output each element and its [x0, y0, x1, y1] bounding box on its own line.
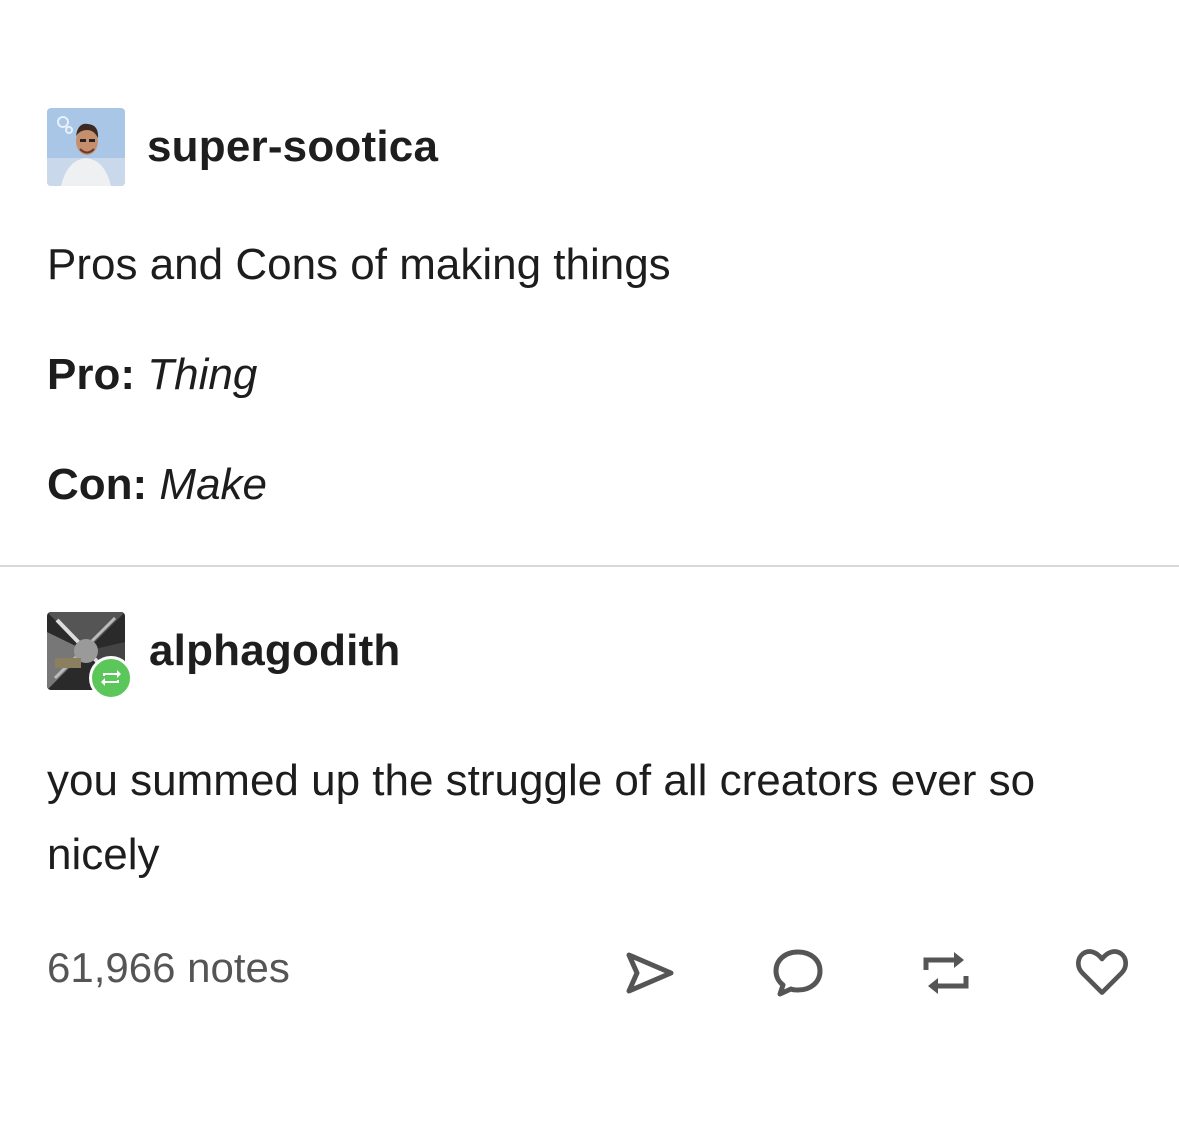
username[interactable]: alphagodith: [149, 626, 401, 676]
share-icon: [626, 952, 674, 994]
original-post-header: super-sootica: [47, 108, 438, 186]
reblog-header: alphagodith: [47, 612, 401, 700]
pro-value: Thing: [147, 350, 258, 399]
con-label: Con:: [47, 460, 148, 509]
reply-button[interactable]: [770, 945, 826, 1001]
post-title: Pros and Cons of making things: [47, 240, 671, 289]
username[interactable]: super-sootica: [147, 122, 438, 172]
reblog-badge-icon: [89, 656, 133, 700]
reblog-icon: [923, 952, 969, 994]
con-value: Make: [159, 460, 268, 509]
avatar-alphagodith[interactable]: [47, 612, 133, 700]
notes-count[interactable]: 61,966 notes: [47, 944, 290, 992]
reply-icon: [773, 949, 823, 997]
divider: [0, 565, 1179, 567]
share-button[interactable]: [622, 945, 678, 1001]
reblog-comment: you summed up the struggle of all creato…: [47, 756, 1036, 879]
like-button[interactable]: [1074, 945, 1130, 1001]
pro-label: Pro:: [47, 350, 135, 399]
pro-line: Pro: Thing: [47, 350, 257, 400]
heart-icon: [1075, 949, 1129, 995]
avatar-image: [47, 108, 125, 186]
con-line: Con: Make: [47, 460, 267, 510]
reblog-button[interactable]: [918, 945, 974, 1001]
avatar-super-sootica[interactable]: [47, 108, 125, 186]
